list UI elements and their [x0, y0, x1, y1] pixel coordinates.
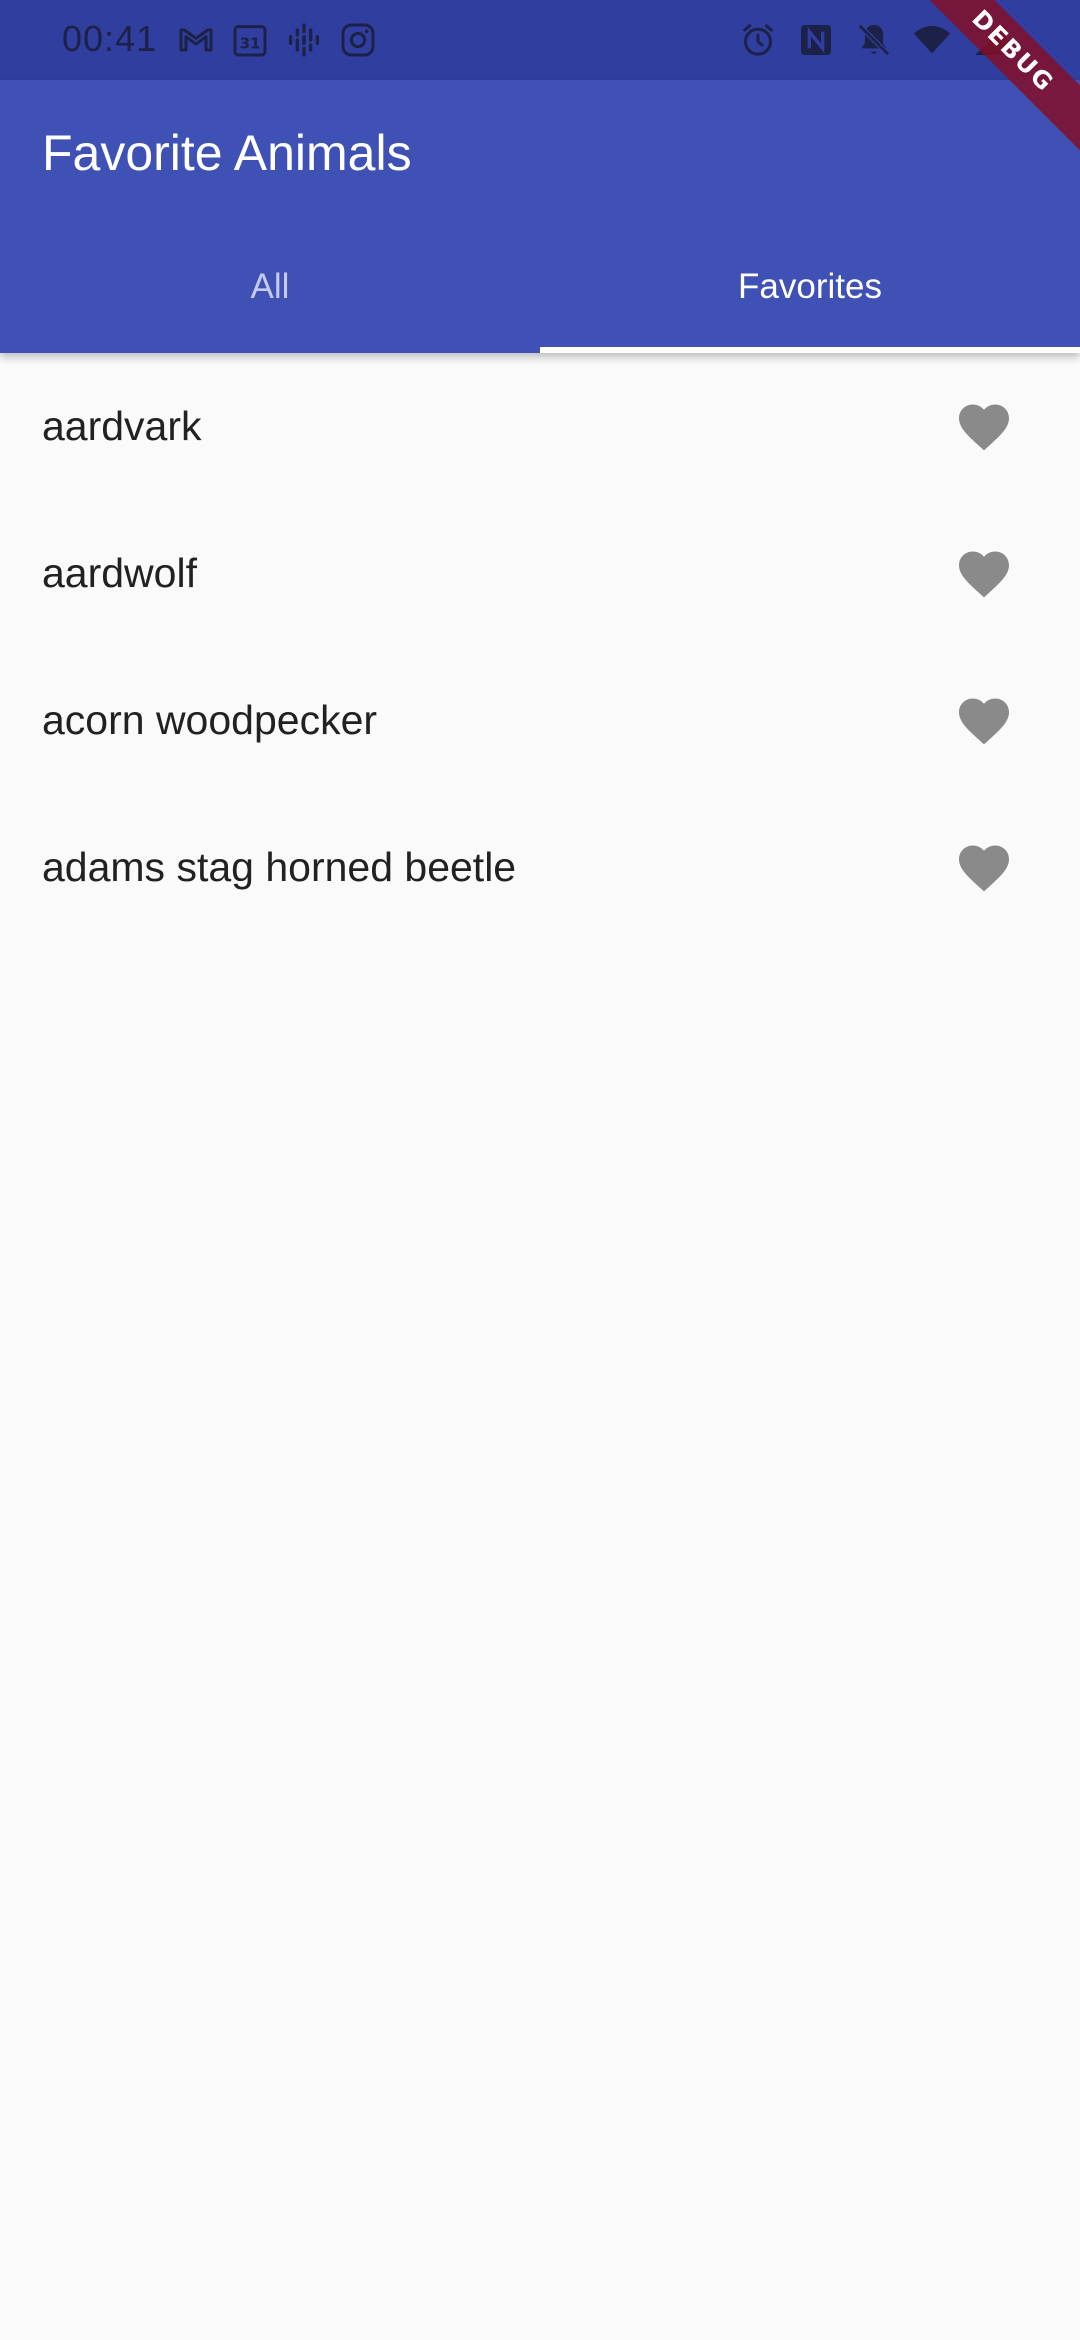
mute-icon	[858, 24, 890, 56]
favorite-toggle-button[interactable]	[948, 391, 1020, 463]
list-item[interactable]: adams stag horned beetle	[0, 794, 1080, 941]
animal-name: aardwolf	[42, 550, 197, 596]
calendar-icon: 31	[233, 25, 267, 57]
nfc-icon	[801, 25, 831, 55]
list-item[interactable]: acorn woodpecker	[0, 647, 1080, 794]
heart-icon	[959, 551, 1009, 597]
tab-favorites[interactable]: Favorites	[540, 220, 1080, 353]
favorite-toggle-button[interactable]	[948, 538, 1020, 610]
status-bar: 00:41 31	[0, 0, 1080, 80]
favorite-toggle-button[interactable]	[948, 685, 1020, 757]
heart-icon	[959, 698, 1009, 744]
tab-bar: All Favorites	[0, 220, 1080, 353]
podcasts-icon	[289, 23, 319, 57]
heart-icon	[959, 845, 1009, 891]
alarm-icon	[743, 24, 773, 56]
list-item[interactable]: aardvark	[0, 353, 1080, 500]
list-item[interactable]: aardwolf	[0, 500, 1080, 647]
app-bar: Favorite Animals All Favorites	[0, 80, 1080, 353]
tab-favorites-label: Favorites	[738, 266, 882, 306]
heart-icon	[959, 404, 1009, 450]
animal-name: acorn woodpecker	[42, 697, 378, 743]
tab-indicator	[540, 347, 1080, 353]
animal-name: adams stag horned beetle	[42, 844, 517, 890]
gmail-icon	[179, 28, 213, 52]
favorite-toggle-button[interactable]	[948, 832, 1020, 904]
notification-icons: 31	[176, 20, 378, 60]
instagram-icon	[341, 23, 375, 57]
app-screen: 00:41 31 Favorite Animals All Favorites …	[0, 0, 1080, 2340]
page-title: Favorite Animals	[42, 125, 412, 181]
tab-all-label: All	[250, 266, 290, 306]
wifi-icon	[913, 25, 951, 54]
animal-name: aardvark	[42, 403, 202, 449]
favorites-list: aardvark aardwolf acorn woodpecker adams…	[0, 353, 1080, 941]
status-time: 00:41	[62, 18, 158, 59]
tab-all[interactable]: All	[0, 220, 540, 353]
calendar-day: 31	[240, 34, 261, 52]
